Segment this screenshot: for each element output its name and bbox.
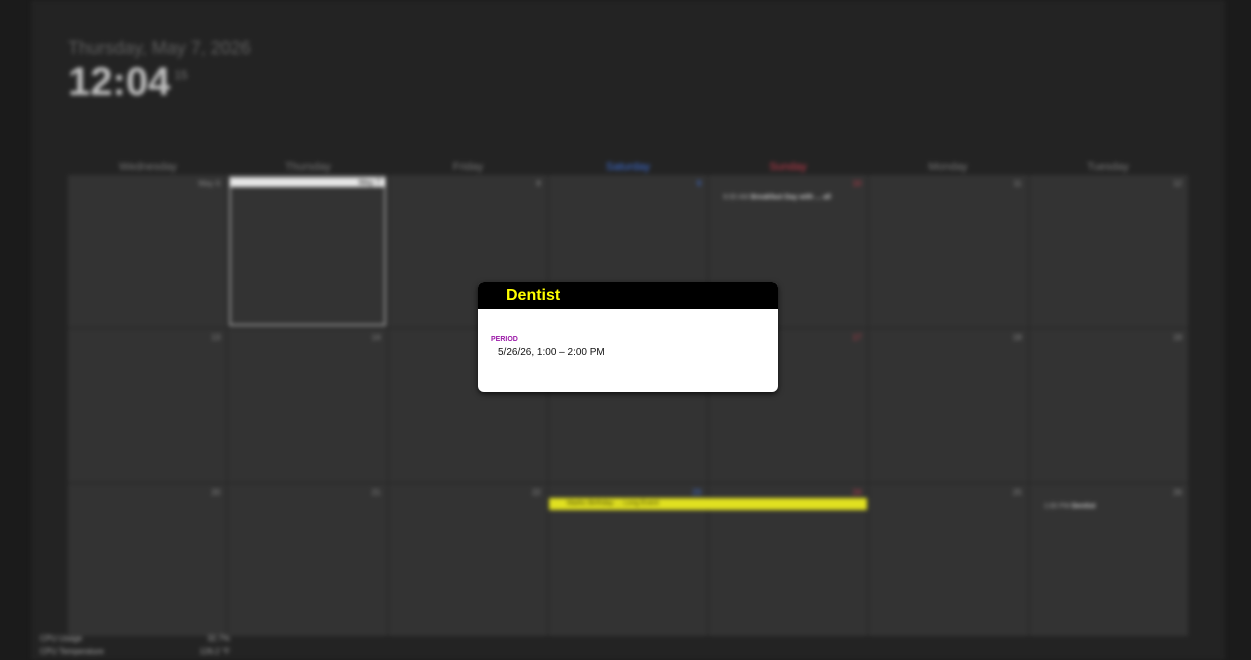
day-cell[interactable]: 20 xyxy=(68,483,227,636)
event-title: Dentist xyxy=(1071,502,1096,510)
day-cell[interactable]: May 6 xyxy=(68,175,227,328)
weekday-friday: Friday xyxy=(452,161,484,173)
weekday-thursday: Thursday xyxy=(285,161,331,173)
day-number: 8 xyxy=(536,179,541,188)
system-stats: CPU Usage 32.7% CPU Temperature 126.2 °F xyxy=(40,634,230,660)
stat-row: CPU Usage 32.7% xyxy=(40,634,230,647)
weekday-sunday: Sunday xyxy=(769,161,807,173)
day-number: 21 xyxy=(371,487,381,497)
clock-time: 12:04 xyxy=(68,60,171,104)
multi-day-event-bar[interactable]: Marks Birthday ... Long Event xyxy=(549,498,867,510)
weekday-wednesday: Wednesday xyxy=(119,161,177,173)
calendar-grid: May 6 May 7 8 9 10 9:00 AM Breakfast Day… xyxy=(68,175,1188,636)
day-number: 25 xyxy=(1012,487,1022,497)
day-number: 22 xyxy=(531,487,541,497)
stat-value: 126.2 °F xyxy=(199,647,230,656)
weekday-saturday: Saturday xyxy=(605,161,651,173)
day-number: 24 xyxy=(852,487,862,497)
day-cell[interactable]: 26 1:00 PM Dentist xyxy=(1029,483,1188,636)
event-time: 1:00 PM xyxy=(1043,502,1070,510)
event-time: 9:00 AM xyxy=(723,194,749,201)
magicmirror-screen: Thursday, May 7, 2026 12:04 15 Wednesday … xyxy=(0,0,1251,660)
day-number: 11 xyxy=(1013,179,1022,188)
day-number: May 6 xyxy=(198,179,221,188)
day-cell[interactable]: 11 xyxy=(869,175,1028,328)
day-number: 18 xyxy=(1012,333,1022,343)
day-number: 20 xyxy=(211,487,221,497)
stat-label: CPU Temperature xyxy=(40,647,104,656)
day-number: 19 xyxy=(1173,333,1182,343)
day-number: 23 xyxy=(692,487,702,497)
period-value: 5/26/26, 1:00 – 2:00 PM xyxy=(498,347,605,358)
clock: 12:04 15 xyxy=(68,60,188,105)
day-cell[interactable]: 22 xyxy=(388,483,547,636)
weekday-monday: Monday xyxy=(928,161,968,173)
stat-value: 32.7% xyxy=(207,634,230,643)
clock-seconds: 15 xyxy=(174,68,188,82)
calendar-event[interactable]: 9:00 AM Breakfast Day with ... all xyxy=(723,194,831,201)
calendar-event[interactable]: 1:00 PM Dentist xyxy=(1044,503,1096,510)
day-number: May 7 xyxy=(358,178,381,187)
stat-row: CPU Temperature 126.2 °F xyxy=(40,647,230,660)
today-highlight-bar: May 7 xyxy=(230,178,385,187)
day-number: 26 xyxy=(1173,487,1182,497)
weekday-tuesday: Tuesday xyxy=(1087,161,1129,173)
stat-label: CPU Usage xyxy=(40,634,83,643)
day-cell[interactable]: 18 xyxy=(869,329,1028,482)
day-cell[interactable]: 25 xyxy=(869,483,1028,636)
day-cell[interactable]: 14 xyxy=(228,329,387,482)
event-title: Breakfast Day with ... all xyxy=(750,194,831,201)
day-cell[interactable]: 21 xyxy=(228,483,387,636)
day-number: 10 xyxy=(852,179,862,188)
day-number: 13 xyxy=(211,333,221,343)
day-number: 14 xyxy=(371,333,381,343)
day-cell[interactable]: 19 xyxy=(1029,329,1188,482)
day-number: 12 xyxy=(1173,179,1182,188)
weekday-header-row: Wednesday Thursday Friday Saturday Sunda… xyxy=(68,161,1188,173)
popup-title: Dentist xyxy=(506,287,561,304)
period-label: Period xyxy=(491,336,518,343)
event-detail-popup[interactable]: Dentist Period 5/26/26, 1:00 – 2:00 PM xyxy=(478,282,778,392)
day-number: 17 xyxy=(852,333,862,343)
day-cell[interactable]: 13 xyxy=(68,329,227,482)
day-cell[interactable]: 12 xyxy=(1029,175,1188,328)
day-number: 9 xyxy=(696,179,702,188)
day-cell-today[interactable]: May 7 xyxy=(228,175,387,328)
popup-header: Dentist xyxy=(478,282,778,309)
current-date: Thursday, May 7, 2026 xyxy=(68,38,251,58)
